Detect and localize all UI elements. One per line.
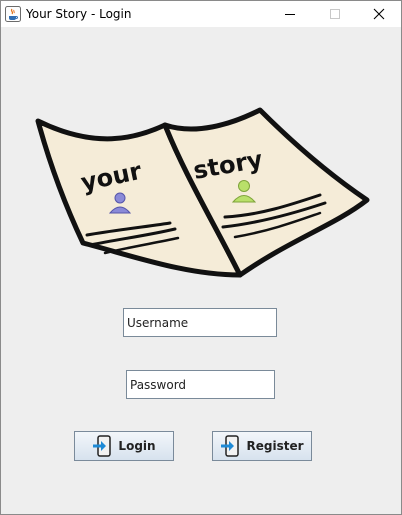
story-book-illustration: your story	[35, 107, 370, 278]
minimize-icon	[285, 14, 295, 15]
window-title: Your Story - Login	[26, 7, 132, 21]
minimize-button[interactable]	[267, 1, 313, 27]
login-arrow-icon	[93, 435, 112, 457]
content-panel: your story Username Password Login Regis…	[1, 27, 401, 514]
maximize-icon	[330, 9, 340, 19]
java-app-icon	[5, 6, 21, 22]
password-field[interactable]	[126, 370, 275, 399]
title-bar: Your Story - Login	[1, 1, 401, 27]
register-button[interactable]: Register	[212, 431, 312, 461]
close-button[interactable]	[356, 1, 402, 27]
login-button[interactable]: Login	[74, 431, 174, 461]
login-window: Your Story - Login your story Username P…	[0, 0, 402, 515]
username-field[interactable]	[123, 308, 277, 337]
login-label: Login	[118, 439, 156, 453]
register-arrow-icon	[221, 435, 240, 457]
maximize-button[interactable]	[312, 1, 358, 27]
register-label: Register	[246, 439, 304, 453]
close-icon	[373, 8, 385, 20]
